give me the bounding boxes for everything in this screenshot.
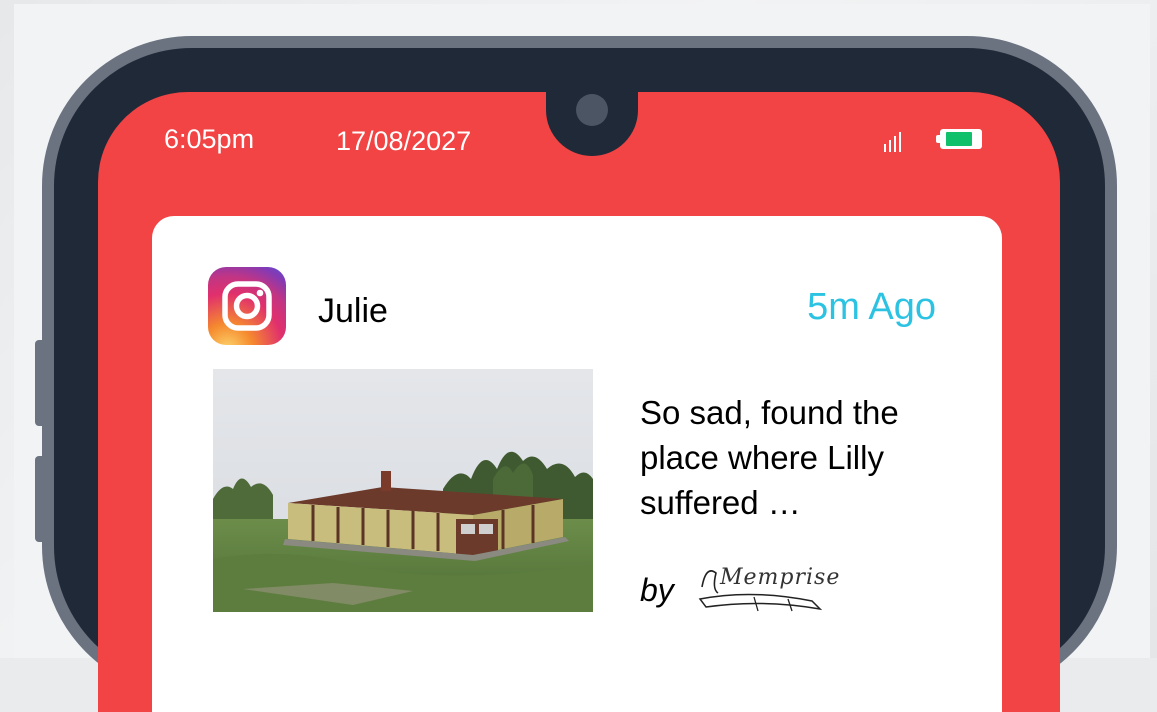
- phone-screen: 6:05pm 17/08/2027 Julie 5m Ago So sad, f…: [98, 92, 1060, 712]
- battery-level-fill: [946, 132, 972, 146]
- instagram-icon: [208, 267, 286, 345]
- sender-name: Julie: [318, 292, 388, 330]
- front-camera-icon: [576, 94, 608, 126]
- battery-icon: [936, 129, 982, 149]
- brand-logo-text: Memprise: [720, 565, 841, 590]
- notification-message: So sad, found the place where Lilly suff…: [640, 394, 899, 521]
- status-time: 6:05pm: [164, 124, 255, 154]
- by-label: by: [640, 572, 674, 608]
- post-photo[interactable]: [213, 369, 593, 612]
- memprise-logo: Memprise: [692, 559, 862, 613]
- time-ago: 5m Ago: [807, 286, 936, 328]
- signal-bars-icon: [884, 130, 901, 152]
- notification-card[interactable]: Julie 5m Ago So sad, found the place whe…: [152, 216, 1002, 712]
- battery-nub: [936, 135, 940, 143]
- notch: [546, 92, 638, 156]
- status-date: 17/08/2027: [336, 126, 472, 156]
